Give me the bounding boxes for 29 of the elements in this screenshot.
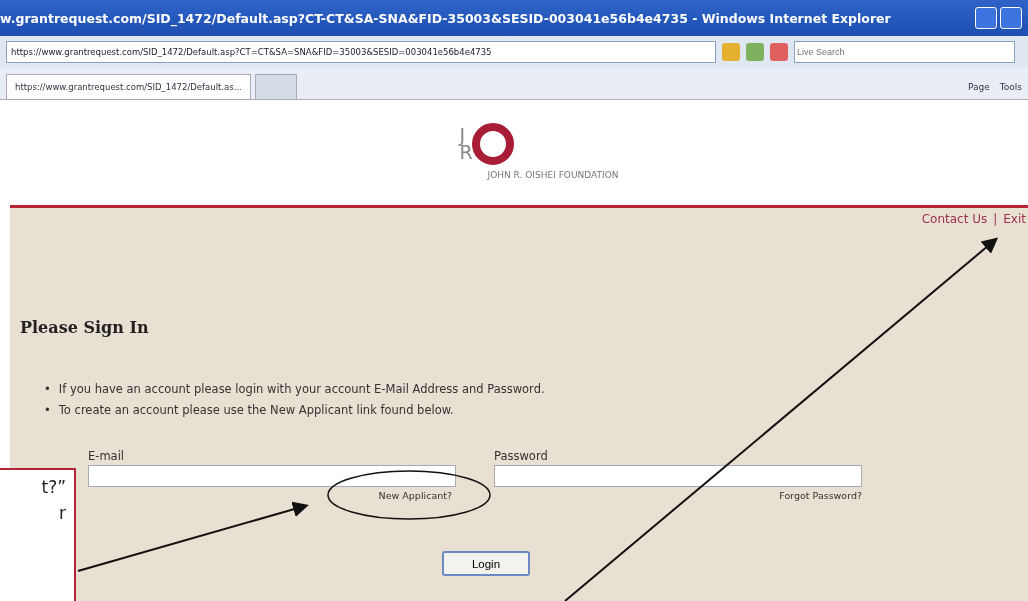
minimize-button[interactable]	[975, 7, 997, 29]
callout-text: t?”	[41, 477, 66, 497]
logo-letter: J	[459, 126, 466, 144]
password-label: Password	[494, 449, 549, 463]
forgot-password-link[interactable]: Forgot Password?	[779, 490, 862, 501]
login-button[interactable]: Login	[442, 551, 530, 576]
logo-ring-icon	[470, 122, 515, 166]
command-menu[interactable]: Tools	[999, 82, 1022, 92]
browser-tab[interactable]	[254, 74, 297, 99]
bullet: •	[44, 402, 51, 419]
callout-text: r	[59, 503, 66, 523]
email-label: E-mail	[88, 449, 126, 463]
password-field[interactable]	[494, 465, 862, 487]
email-field[interactable]	[88, 465, 456, 487]
new-applicant-link[interactable]: New Applicant?	[378, 490, 452, 501]
command-menu[interactable]: Page	[968, 82, 990, 92]
address-field[interactable]: https://www.grantrequest.com/SID_1472/Default.asp?CT=CT&SA=SNA&FID=35003&SESID=003041e56b4e4735	[6, 41, 716, 63]
nav-link[interactable]: |	[993, 212, 998, 226]
bullet: •	[44, 381, 51, 398]
foundation-name: JOHN R. OISHEI FOUNDATION	[487, 170, 619, 180]
maximize-button[interactable]	[1000, 7, 1022, 29]
browser-tab[interactable]: https://www.grantrequest.com/SID_1472/Default.as...	[6, 74, 251, 99]
nav-link[interactable]: Contact Us	[921, 212, 988, 226]
sign-in-heading: Please Sign In	[20, 318, 150, 337]
search-field[interactable]: Live Search	[794, 41, 1015, 63]
instruction-text: If you have an account please login with your account E-Mail Address and Password.	[58, 381, 545, 398]
instruction-text: To create an account please use the New Applicant link found below.	[58, 402, 454, 419]
window-title: w.grantrequest.com/SID_1472/Default.asp?CT-CT&SA-SNA&FID-35003&SESID-003041e56b4e4735 - Windows Internet Explorer	[0, 10, 891, 26]
nav-link[interactable]: Exit	[1003, 212, 1026, 226]
